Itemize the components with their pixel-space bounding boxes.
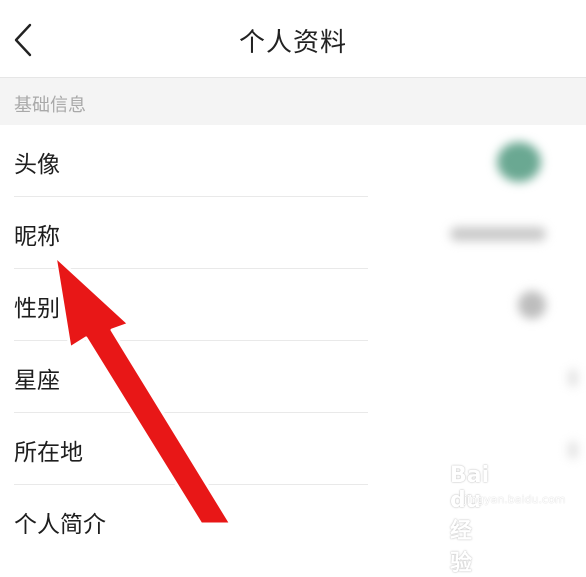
row-label: 头像 [14,152,60,178]
row-label: 昵称 [14,224,60,250]
section-header: 基础信息 [0,78,586,125]
section-title: 基础信息 [14,95,86,116]
row-location[interactable]: 所在地 [0,413,586,485]
row-label: 所在地 [14,440,83,466]
nickname-value [450,227,546,241]
row-constellation[interactable]: 星座 [0,341,586,413]
gender-value [518,291,546,319]
row-label: 星座 [14,368,60,394]
row-label: 性别 [14,296,60,322]
row-avatar[interactable]: 头像 [0,125,586,197]
row-nickname[interactable]: 昵称 [0,197,586,269]
chevron-right-icon [568,369,578,387]
watermark-logo: Bai du 经验 [450,463,490,576]
top-bar: 个人资料 [0,0,586,78]
row-gender[interactable]: 性别 [0,269,586,341]
chevron-right-icon [568,441,578,459]
avatar [497,142,541,182]
row-label: 个人简介 [14,512,106,538]
watermark-url: jingyan.baidu.com [464,493,566,506]
page-title: 个人资料 [238,28,347,58]
